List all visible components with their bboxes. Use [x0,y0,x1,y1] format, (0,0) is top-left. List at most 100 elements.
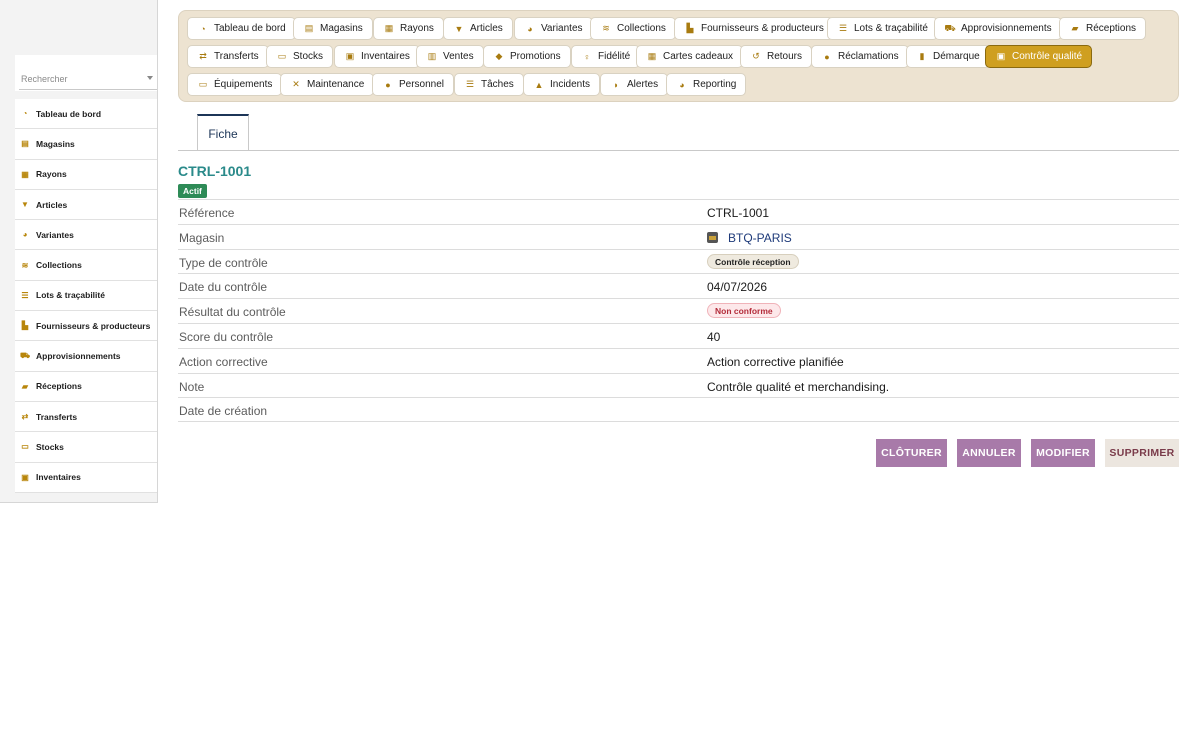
nav-tableau-de-bord[interactable]: ◔ Tableau de bord [187,17,296,40]
undo-icon: ↺ [752,51,760,61]
cart-icon: ⛟ [19,351,31,361]
nav-magasins[interactable]: ▤ Magasins [293,17,373,40]
nav-label: Réclamations [838,51,899,62]
transfer-icon: ⇄ [21,412,29,422]
factory-icon: ▙ [21,321,29,331]
trash-icon: ▮ [919,51,925,61]
truck-icon: ▰ [1071,23,1079,33]
nav-transferts[interactable]: ⇄ Transferts [187,45,269,68]
nav-personnel[interactable]: ● Personnel [372,73,455,96]
sidebar-item-magasins[interactable]: ▤ Magasins [15,129,157,160]
tools-icon: ✕ [292,79,300,89]
field-value: 40 [707,329,721,344]
list-icon: ☰ [21,290,29,300]
sidebar-item-label: Fournisseurs & producteurs [36,320,151,331]
store-icon [707,232,718,244]
nav-label: Collections [617,23,666,34]
nav-promotions[interactable]: ◆ Promotions [483,45,571,68]
nav-rayons[interactable]: ▦ Rayons [373,17,444,40]
nav-inventaires[interactable]: ▣ Inventaires [334,45,420,68]
sidebar-item-stocks[interactable]: ▭ Stocks [15,432,157,463]
sidebar-item-articles[interactable]: ▼ Articles [15,190,157,221]
nav-label: Reporting [693,79,737,90]
sidebar-item-label: Stocks [36,441,64,452]
cart-icon: ⛟ [944,22,956,33]
list-icon: ☰ [838,23,848,33]
nav-taches[interactable]: ☰ Tâches [454,73,524,96]
shirt-icon: ▼ [21,200,29,210]
nav-variantes[interactable]: ◕ Variantes [514,17,593,40]
palette-icon: ◕ [527,23,533,34]
edit-button[interactable]: MODIFIER [1031,439,1095,467]
field-label: Action corrective [179,354,268,369]
nav-controle-qualite[interactable]: ▣ Contrôle qualité [985,45,1093,68]
chevron-down-icon[interactable] [147,76,153,80]
store-link[interactable]: BTQ-PARIS [728,231,792,245]
cancel-button[interactable]: ANNULER [957,439,1021,467]
nav-label: Tâches [481,79,514,90]
sidebar-item-collections[interactable]: ≋ Collections [15,250,157,281]
sidebar-item-rayons[interactable]: ▦ Rayons [15,160,157,190]
nav-maintenance[interactable]: ✕ Maintenance [280,73,375,96]
nav-ventes[interactable]: ▥ Ventes [416,45,484,68]
nav-label: Maintenance [307,79,365,90]
nav-label: Démarque [933,51,980,62]
sidebar-item-label: Magasins [36,138,75,149]
sidebar-item-transferts[interactable]: ⇄ Transferts [15,402,157,433]
sidebar-item-tableau-de-bord[interactable]: ◔ Tableau de bord [15,99,157,130]
nav-incidents[interactable]: ▲ Incidents [523,73,601,96]
detail-row-type: Type de contrôle Contrôle réception [178,248,1179,274]
sidebar-item-label: Collections [36,260,82,271]
sidebar-item-variantes[interactable]: ◕ Variantes [15,220,157,251]
nav-label: Articles [470,23,503,34]
nav-equipements[interactable]: ▭ Équipements [187,73,283,96]
register-icon: ▥ [427,51,437,61]
field-value: Non conforme [707,303,781,319]
nav-articles[interactable]: ▼ Articles [443,17,513,40]
nav-label: Ventes [443,51,474,62]
nav-label: Stocks [293,51,324,62]
nav-demarque[interactable]: ▮ Démarque [906,45,990,68]
field-label: Magasin [179,230,225,245]
nav-reporting[interactable]: ◕ Reporting [666,73,747,96]
delete-button[interactable]: SUPPRIMER [1105,439,1179,467]
sidebar-item-receptions[interactable]: ▰ Réceptions [15,372,157,402]
nav-stocks[interactable]: ▭ Stocks [266,45,334,68]
sidebar: Rechercher ◔ Tableau de bord ▤ Magasins ▦ R… [0,0,158,503]
sidebar-item-label: Transferts [36,411,78,422]
nav-fournisseurs[interactable]: ▙ Fournisseurs & producteurs [674,17,834,40]
sidebar-item-label: Approvisionnements [36,351,121,362]
search-select[interactable]: Rechercher [19,70,157,90]
sidebar-item-label: Inventaires [36,472,81,483]
nav-retours[interactable]: ↺ Retours [740,45,813,68]
field-value: Contrôle réception [707,253,799,269]
nav-fidelite[interactable]: ♀ Fidélité [571,45,641,68]
nav-label: Promotions [510,51,561,62]
nav-approvisionnements[interactable]: ⛟ Approvisionnements [934,17,1062,40]
tab-fiche[interactable]: Fiche [197,114,249,151]
nav-label: Fidélité [598,51,631,62]
transfer-icon: ⇄ [199,51,207,61]
sidebar-item-fournisseurs[interactable]: ▙ Fournisseurs & producteurs [15,311,157,342]
nav-reclamations[interactable]: ● Réclamations [811,45,909,68]
box-icon: ▭ [277,51,287,61]
sidebar-item-label: Réceptions [36,381,82,392]
nav-label: Transferts [214,51,259,62]
sidebar-item-inventaires[interactable]: ▣ Inventaires [15,463,157,493]
nav-label: Approvisionnements [961,23,1052,34]
nav-lots[interactable]: ☰ Lots & traçabilité [827,17,938,40]
sidebar-item-label: Tableau de bord [36,108,102,119]
sidebar-item-approvisionnements[interactable]: ⛟ Approvisionnements [15,341,157,372]
nav-cartes-cadeaux[interactable]: ▦ Cartes cadeaux [636,45,744,68]
nav-label: Cartes cadeaux [663,51,734,62]
nav-label: Magasins [320,23,363,34]
nav-collections[interactable]: ≋ Collections [590,17,676,40]
field-label: Date de création [179,404,268,419]
nav-alertes[interactable]: ◗ Alertes [600,73,669,96]
sidebar-item-lots[interactable]: ☰ Lots & traçabilité [15,281,157,312]
award-icon: ♀ [583,51,591,62]
nav-receptions[interactable]: ▰ Réceptions [1059,17,1147,40]
nav-label: Fournisseurs & producteurs [701,23,824,34]
layers-icon: ≋ [21,260,29,270]
close-button[interactable]: CLÔTURER [876,439,947,467]
